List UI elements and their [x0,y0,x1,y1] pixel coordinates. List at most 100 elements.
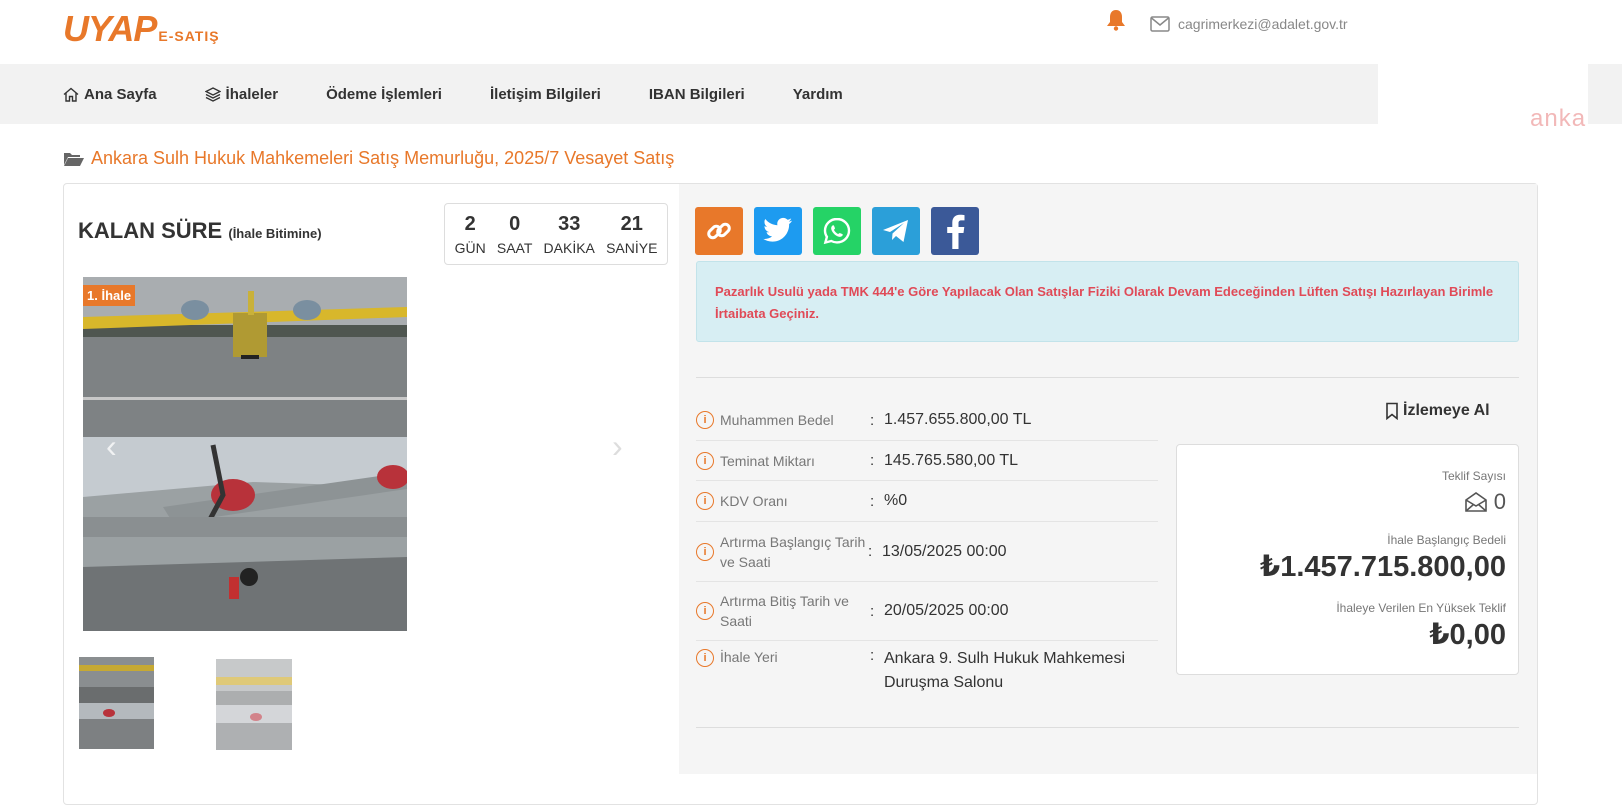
detail-value: %0 [884,492,908,509]
timer-cell-minutes: 33 DAKİKA [544,213,595,256]
watch-button[interactable]: İzlemeye Al [1385,402,1490,420]
timer-cell-seconds: 21 SANİYE [606,213,657,256]
timer-cell-days: 2 GÜN [455,213,486,256]
facebook-share-button[interactable] [931,207,979,255]
header: UYAP E-SATIŞ cagrimerkezi@adalet.gov.tr [0,0,1622,64]
copy-link-button[interactable] [695,207,743,255]
detail-label: Muhammen Bedel [720,412,834,428]
detail-colon: : [870,492,875,510]
gallery-thumbnail-2[interactable] [216,659,292,750]
timer-value: 33 [558,212,581,235]
divider [696,377,1519,378]
detail-row-teminat-miktari: i Teminat Miktarı : 145.765.580,00 TL [696,441,1158,481]
gallery-prev-button[interactable]: ‹ [106,428,117,465]
timer-value: 0 [509,212,521,235]
nav-label: Ödeme İşlemleri [326,85,442,103]
detail-colon: : [868,543,873,560]
detail-value: 145.765.580,00 TL [884,451,1019,469]
nav-item-ihaleler[interactable]: İhaleler [204,85,279,103]
gallery-next-button[interactable]: › [612,428,623,465]
nav-label: İletişim Bilgileri [489,85,601,103]
gallery-thumbnail-1[interactable] [79,657,154,749]
detail-colon: : [870,602,875,620]
layers-icon [204,86,221,102]
timer-value: 21 [620,212,643,235]
nav-label: Ana Sayfa [84,85,157,103]
auction-badge: 1. İhale [83,285,136,306]
bookmark-icon [1386,402,1398,420]
info-icon: i [696,411,714,429]
detail-label: KDV Oranı [720,493,788,509]
home-icon [63,87,79,102]
info-icon: i [696,451,714,470]
timer-label: DAKİKA [543,239,595,256]
share-buttons [695,207,979,255]
info-icon: i [696,649,714,667]
watermark-text: anka [1530,105,1587,132]
bid-count-label: Teklif Sayısı [1441,469,1506,483]
nav-label: Yardım [792,85,843,103]
timer-cell-hours: 0 SAAT [497,213,533,256]
nav-item-iban-bilgileri[interactable]: IBAN Bilgileri [649,86,745,103]
detail-row-ihale-yeri: i İhale Yeri : Ankara 9. Sulh Hukuk Mahk… [696,641,1158,699]
bell-icon[interactable] [1104,8,1128,32]
email-text: cagrimerkezi@adalet.gov.tr [1178,16,1348,32]
detail-label: Teminat Miktarı [720,452,815,469]
timer-label: SAAT [496,239,533,256]
whatsapp-icon [823,217,851,245]
nav-item-yardim[interactable]: Yardım [793,86,843,103]
breadcrumb-text[interactable]: Ankara Sulh Hukuk Mahkemeleri Satış Memu… [91,148,674,169]
nav-label: İhaleler [225,85,279,103]
twitter-icon [763,217,792,242]
timer-label: SANİYE [606,239,658,256]
detail-value: Ankara 9. Sulh Hukuk Mahkemesi Duruşma S… [884,650,1125,691]
timer-label: GÜN [454,239,486,256]
twitter-share-button[interactable] [754,207,802,255]
main-nav: Ana Sayfa İhaleler Ödeme İşlemleri İleti… [0,64,1378,124]
detail-row-kdv-orani: i KDV Oranı : %0 [696,481,1158,522]
info-icon: i [696,542,714,561]
folder-open-icon [64,152,84,166]
highest-bid-label: İhaleye Verilen En Yüksek Teklif [1336,601,1506,615]
timer-value: 2 [464,212,476,235]
bid-count-value: 0 [1493,489,1506,514]
info-icon: i [696,602,714,620]
countdown-subtitle: (İhale Bitimine) [228,226,322,241]
facebook-icon [947,214,965,249]
divider [696,727,1519,728]
detail-value: 20/05/2025 00:00 [884,602,1009,619]
countdown-timer: 2 GÜN 0 SAAT 33 DAKİKA 21 SANİYE [444,203,668,265]
nav-item-iletisim-bilgileri[interactable]: İletişim Bilgileri [490,86,601,103]
detail-value: 1.457.655.800,00 TL [884,411,1032,428]
detail-row-muhammen-bedel: i Muhammen Bedel : 1.457.655.800,00 TL [696,400,1158,441]
whatsapp-share-button[interactable] [813,207,861,255]
envelope-open-icon [1464,492,1487,512]
detail-label: Artırma Bitiş Tarih ve Saati [720,593,849,629]
link-icon [707,222,731,240]
detail-label: Artırma Başlangıç Tarih ve Saati [720,533,866,570]
main-photo[interactable] [83,277,407,631]
detail-colon: : [870,647,875,664]
countdown-title: KALAN SÜRE (İhale Bitimine) [78,218,322,244]
nav-item-odeme-islemleri[interactable]: Ödeme İşlemleri [326,86,442,103]
logo-sub-text: E-SATIŞ [158,28,220,44]
detail-colon: : [870,452,875,469]
logo-main-text: UYAP [63,8,157,49]
watch-label: İzlemeye Al [1403,402,1490,419]
telegram-share-button[interactable] [872,207,920,255]
countdown-title-text: KALAN SÜRE [78,218,223,243]
alert-message: Pazarlık Usulü yada TMK 444'e Göre Yapıl… [696,261,1519,342]
bid-summary: Teklif Sayısı 0 İhale Başlangıç Bedeli ₺… [1176,444,1519,675]
detail-label: İhale Yeri [720,649,778,665]
nav-label: IBAN Bilgileri [648,85,745,103]
nav-item-ana-sayfa[interactable]: Ana Sayfa [63,86,157,103]
detail-row-artirma-bitis: i Artırma Bitiş Tarih ve Saati : 20/05/2… [696,582,1158,641]
start-price-label: İhale Başlangıç Bedeli [1387,533,1506,547]
bid-count: 0 [1464,489,1506,515]
detail-colon: : [870,411,875,429]
start-price-value: ₺1.457.715.800,00 [1260,551,1506,583]
nav-tail [1588,64,1622,124]
mail-icon [1150,16,1170,32]
contact-email[interactable]: cagrimerkezi@adalet.gov.tr [1150,16,1348,32]
uyap-logo[interactable]: UYAP E-SATIŞ [63,8,220,50]
